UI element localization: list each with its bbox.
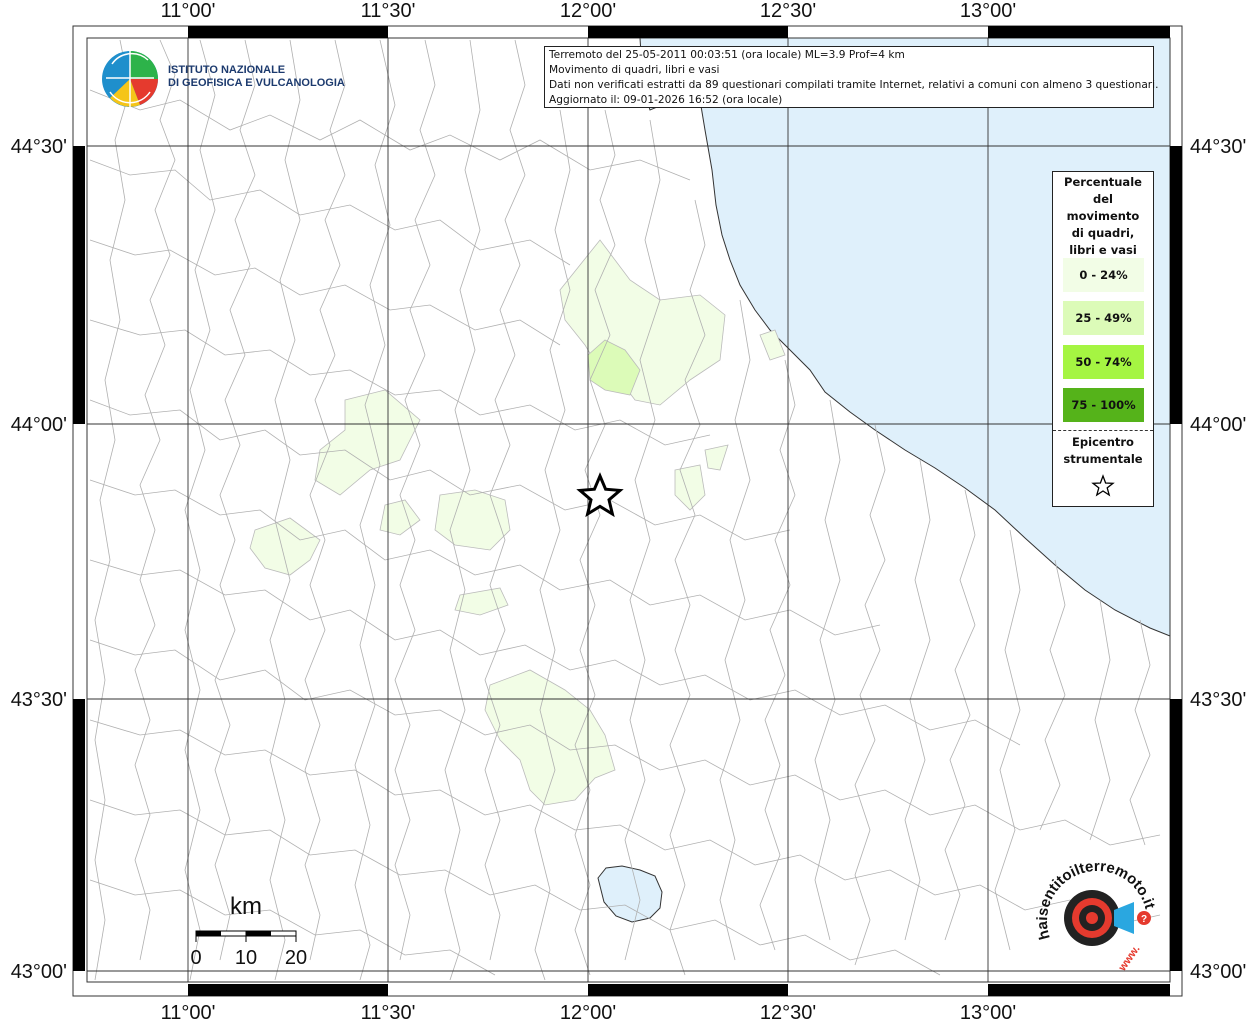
lon-label: 11°00' — [161, 1002, 216, 1024]
scale-tick: 10 — [235, 947, 257, 969]
legend-title-line: libri e vasi — [1069, 243, 1137, 257]
lon-label: 13°00' — [960, 1002, 1016, 1024]
legend-item-75-100: 75 - 100% — [1063, 388, 1144, 422]
ingv-logo: ISTITUTO NAZIONALE DI GEOFISICA E VULCAN… — [100, 48, 345, 108]
legend-title-line: movimento — [1066, 209, 1140, 223]
legend-epicenter-line: strumentale — [1063, 452, 1143, 466]
legend-epicenter-line: Epicentro — [1072, 435, 1134, 449]
lat-labels-left: 44°30' 44°00' 43°30' 43°00' — [11, 136, 67, 983]
event-title: Terremoto del 25-05-2011 00:03:51 (ora l… — [549, 49, 905, 61]
legend-item-50-74: 50 - 74% — [1063, 345, 1144, 379]
lon-labels-bottom: 11°00' 11°30' 12°00' 12°30' 13°00' — [161, 1002, 1017, 1024]
legend: Percentuale del movimento di quadri, lib… — [1052, 171, 1154, 507]
lon-label: 12°00' — [560, 0, 616, 22]
scale-tick: 0 — [190, 947, 201, 969]
legend-title: Percentuale del movimento di quadri, lib… — [1053, 172, 1153, 259]
legend-item-0-24: 0 - 24% — [1063, 258, 1144, 292]
lat-label: 43°00' — [1190, 961, 1246, 983]
legend-divider — [1053, 430, 1153, 431]
logo-line-1: ISTITUTO NAZIONALE — [168, 64, 286, 76]
legend-title-line: di quadri, — [1071, 226, 1135, 240]
legend-title-line: del — [1093, 192, 1113, 206]
www-text: www. — [1116, 943, 1143, 974]
lat-label: 44°00' — [11, 414, 67, 436]
scale-tick: 20 — [285, 947, 307, 969]
legend-epicenter-label: Epicentro strumentale — [1053, 434, 1153, 468]
lon-label: 13°00' — [960, 0, 1016, 22]
legend-star-icon — [1091, 474, 1115, 497]
lat-labels-right: 44°30' 44°00' 43°30' 43°00' — [1190, 136, 1246, 983]
legend-item-25-49: 25 - 49% — [1063, 301, 1144, 335]
lon-label: 12°00' — [560, 1002, 616, 1024]
event-info-box: Terremoto del 25-05-2011 00:03:51 (ora l… — [544, 46, 1159, 108]
haisentito-logo: haisentitoilterremoto.it ? www. — [1034, 860, 1158, 974]
lat-label: 44°00' — [1190, 414, 1246, 436]
scale-unit: km — [230, 893, 262, 920]
lon-labels-top: 11°00' 11°30' 12°00' 12°30' 13°00' — [161, 0, 1017, 22]
lon-label: 11°00' — [161, 0, 216, 22]
lat-label: 44°30' — [11, 136, 67, 158]
legend-title-line: Percentuale — [1064, 175, 1142, 189]
lon-label: 11°30' — [361, 1002, 416, 1024]
data-note: Dati non verificati estratti da 89 quest… — [549, 79, 1159, 91]
globe-icon — [102, 51, 158, 107]
lat-label: 44°30' — [1190, 136, 1246, 158]
lon-label: 11°30' — [361, 0, 416, 22]
lon-label: 12°30' — [760, 0, 816, 22]
lat-label: 43°30' — [1190, 689, 1246, 711]
update-time: Aggiornato il: 09-01-2026 16:52 (ora loc… — [549, 94, 783, 106]
logo-line-2: DI GEOFISICA E VULCANOLOGIA — [168, 77, 345, 89]
map-parameter: Movimento di quadri, libri e vasi — [549, 64, 720, 76]
lon-label: 12°30' — [760, 1002, 816, 1024]
svg-text:?: ? — [1141, 914, 1147, 925]
lat-label: 43°00' — [11, 961, 67, 983]
lat-label: 43°30' — [11, 689, 67, 711]
